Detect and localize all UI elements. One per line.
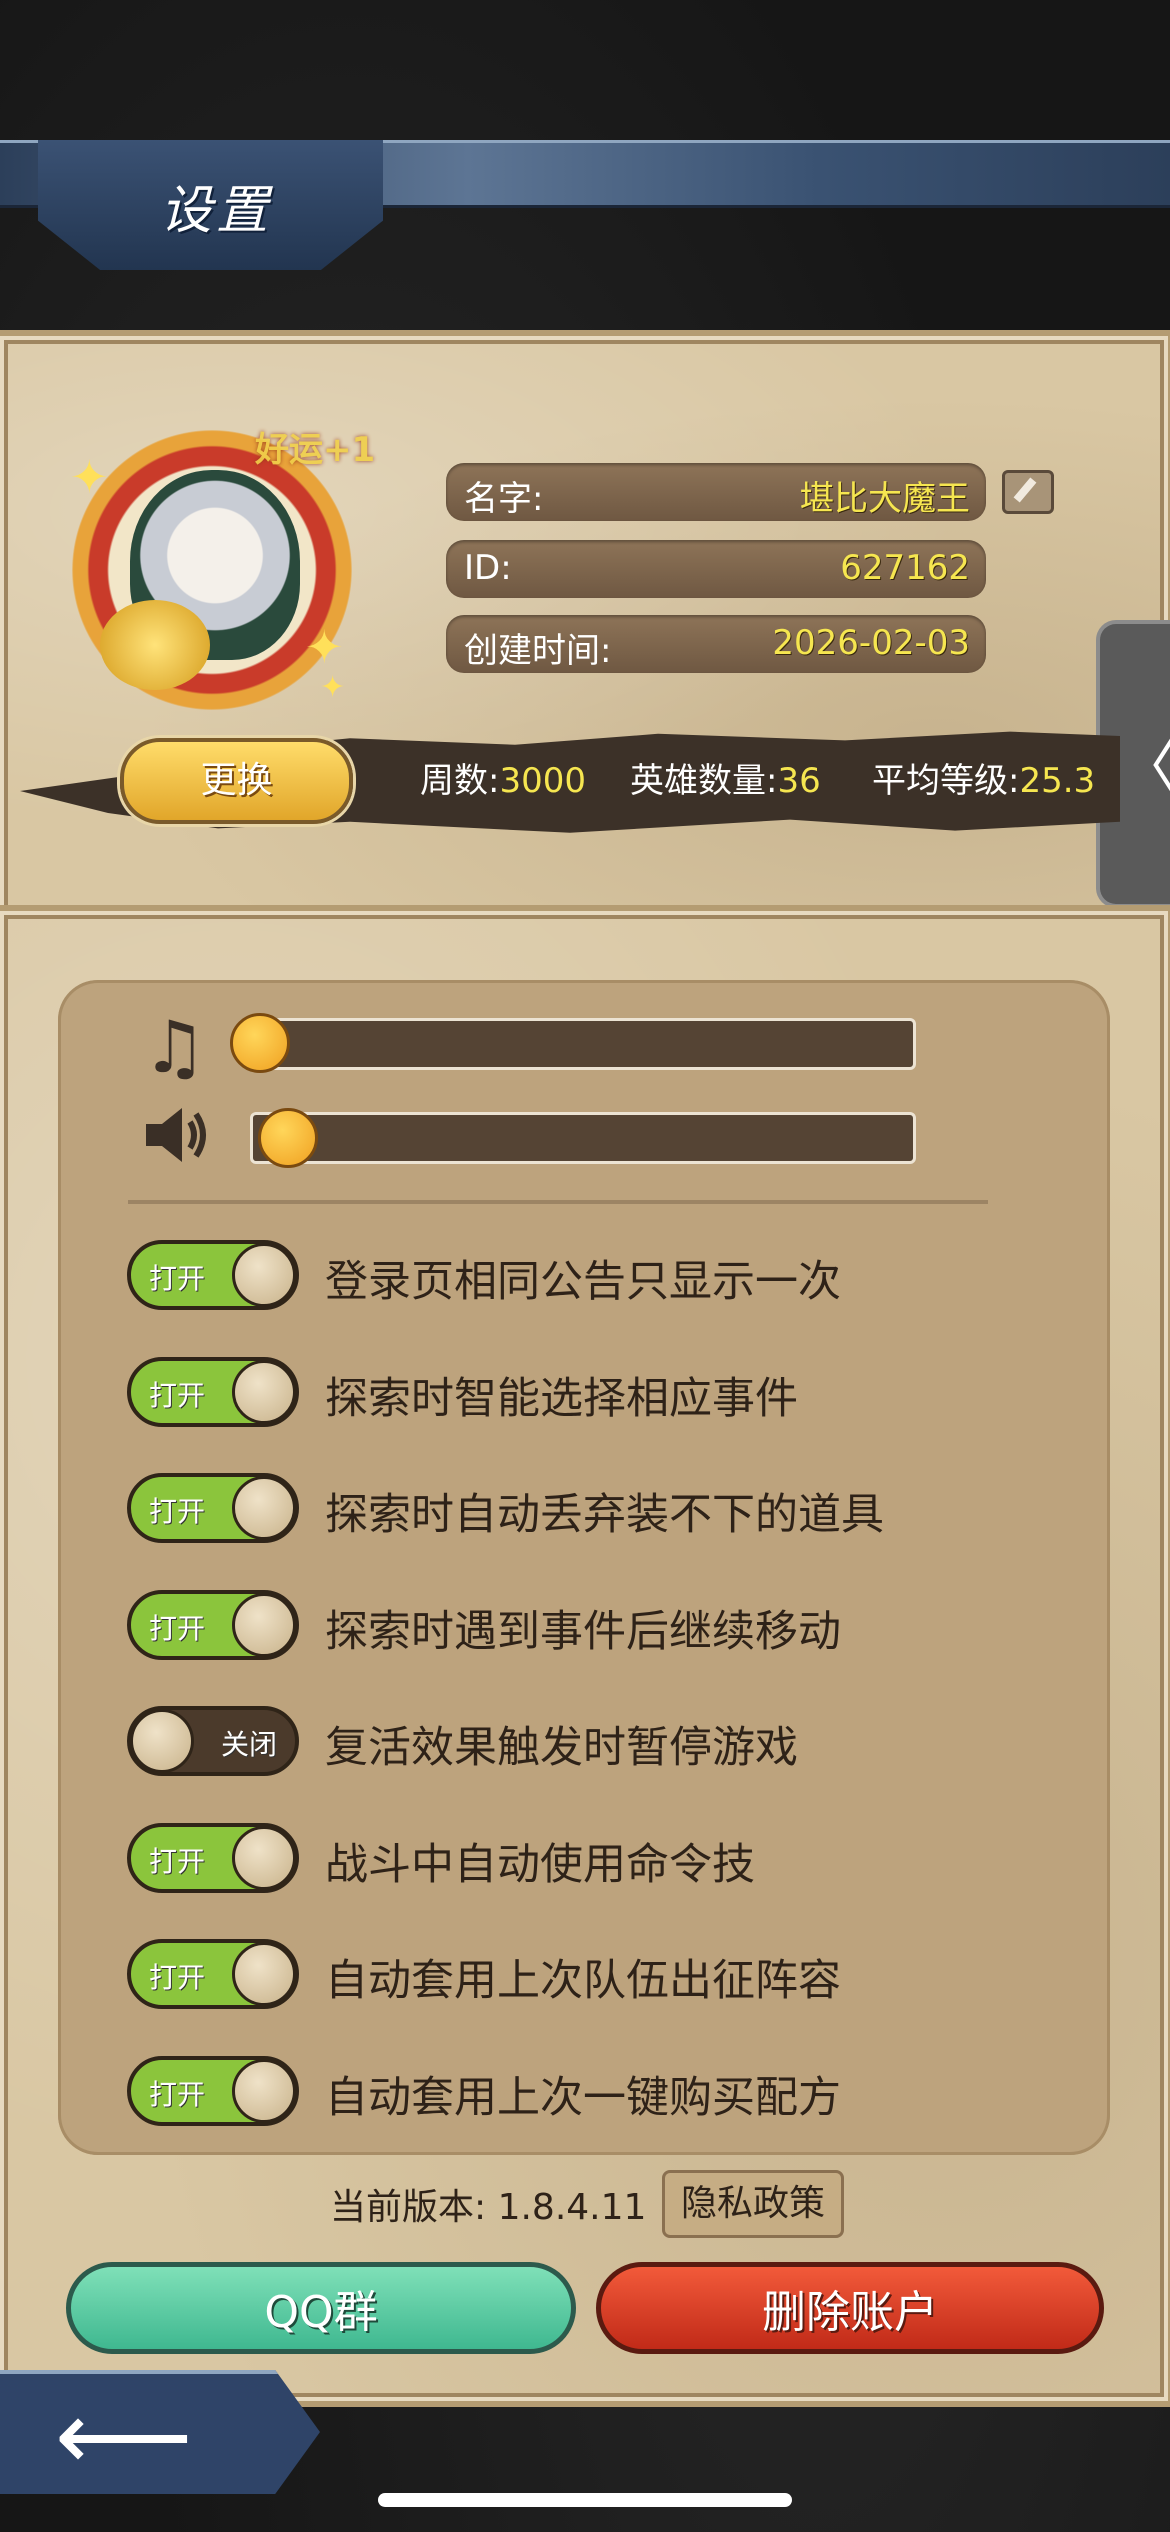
setting-toggle[interactable]: 打开 [127,1590,299,1660]
created-label: 创建时间: [464,631,612,671]
setting-toggle[interactable]: 打开 [127,2056,299,2126]
id-value: 627162 [840,548,970,588]
chevron-left-icon: 〈 [1118,719,1170,806]
setting-label: 自动套用上次队伍出征阵容 [325,1956,841,2006]
edit-name-icon[interactable] [1002,470,1054,514]
setting-label: 探索时遇到事件后继续移动 [325,1607,841,1657]
toggle-knob [232,1942,296,2006]
setting-toggle[interactable]: 打开 [127,1823,299,1893]
page-title: 设置 [160,181,273,241]
music-volume-slider[interactable] [250,1018,916,1070]
toggle-state-label: 打开 [149,1262,206,1295]
setting-toggle[interactable]: 打开 [127,1473,299,1543]
toggle-state-label: 关闭 [220,1728,277,1761]
avg-level-stat: 平均等级:25.3 [872,753,1095,802]
sparkle-icon: ✦ [70,450,109,504]
setting-toggle[interactable]: 关闭 [127,1706,299,1776]
toggle-knob [130,1709,194,1773]
avg-level-label: 平均等级: [872,761,1020,801]
toggle-knob [232,1476,296,1540]
toggle-state-label: 打开 [149,1495,206,1528]
setting-label: 探索时自动丢弃装不下的道具 [325,1490,884,1540]
heroes-stat: 英雄数量:36 [630,753,821,802]
setting-label: 复活效果触发时暂停游戏 [325,1723,798,1773]
toggle-knob [232,1360,296,1424]
sound-volume-handle[interactable] [258,1108,318,1168]
qq-group-button[interactable]: QQ群 [66,2262,576,2354]
version-text: 当前版本: 1.8.4.11 [330,2187,647,2228]
speaker-icon [146,1108,206,1162]
sparkle-icon: ✦ [320,670,346,705]
delete-account-button[interactable]: 删除账户 [596,2262,1104,2354]
toggle-knob [232,2059,296,2123]
heroes-label: 英雄数量: [630,761,778,801]
created-value: 2026-02-03 [772,623,970,663]
created-row: 创建时间: 2026-02-03 [446,615,986,673]
music-volume-handle[interactable] [230,1013,290,1073]
name-row: 名字: 堪比大魔王 [446,463,986,521]
id-row: ID: 627162 [446,540,986,598]
toggle-state-label: 打开 [149,1612,206,1645]
back-arrow-icon[interactable]: ⟵ [55,2388,193,2484]
heroes-value: 36 [777,761,821,801]
setting-toggle[interactable]: 打开 [127,1939,299,2009]
avatar-badge: 好运+1 [255,430,376,470]
sound-volume-slider[interactable] [250,1112,916,1164]
setting-label: 自动套用上次一键购买配方 [325,2073,841,2123]
weeks-label: 周数: [420,761,500,801]
music-note-icon: ♫ [142,1005,207,1089]
toggle-state-label: 打开 [149,1845,206,1878]
toggle-state-label: 打开 [149,2078,206,2111]
privacy-policy-button[interactable]: 隐私政策 [662,2170,844,2238]
id-label: ID: [464,548,512,588]
toggle-state-label: 打开 [149,1379,206,1412]
toggle-state-label: 打开 [149,1961,206,1994]
divider [128,1200,988,1204]
weeks-stat: 周数:3000 [420,753,586,802]
setting-label: 探索时智能选择相应事件 [325,1374,798,1424]
home-indicator[interactable] [378,2493,792,2507]
setting-label: 登录页相同公告只显示一次 [325,1257,841,1307]
name-label: 名字: [464,479,544,519]
toggle-knob [232,1593,296,1657]
setting-toggle[interactable]: 打开 [127,1357,299,1427]
weeks-value: 3000 [499,761,586,801]
setting-toggle[interactable]: 打开 [127,1240,299,1310]
avg-level-value: 25.3 [1019,761,1096,801]
setting-label: 战斗中自动使用命令技 [325,1840,755,1890]
change-avatar-button[interactable]: 更换 [120,738,353,824]
toggle-knob [232,1826,296,1890]
name-value: 堪比大魔王 [800,479,970,519]
toggle-knob [232,1243,296,1307]
gold-ingot-icon [100,600,210,690]
sparkle-icon: ✦ [305,620,344,674]
